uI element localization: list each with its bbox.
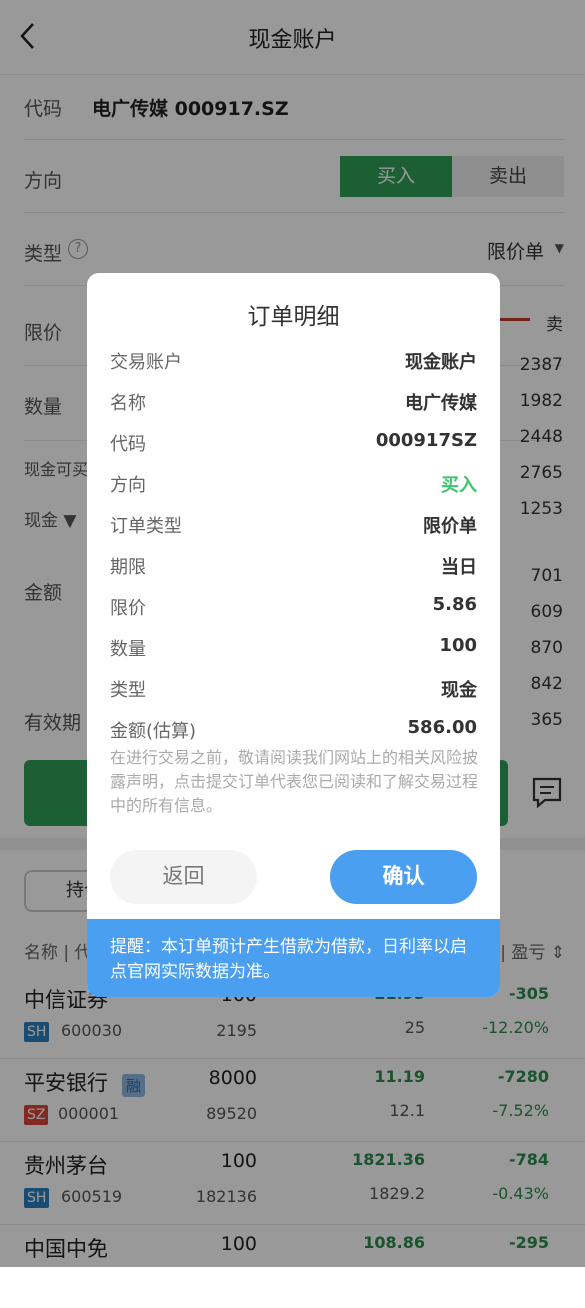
confirm-button[interactable]: 确认 <box>330 850 477 904</box>
detail-key: 类型 <box>110 680 146 701</box>
detail-value: 现金账户 <box>405 352 477 373</box>
detail-value: 5.86 <box>432 594 477 615</box>
detail-value: 买入 <box>441 475 477 496</box>
detail-row: 代码 000917SZ <box>110 430 477 471</box>
detail-value: 当日 <box>441 557 477 578</box>
back-button[interactable]: 返回 <box>110 850 257 904</box>
detail-row: 方向 买入 <box>110 471 477 512</box>
risk-disclaimer: 在进行交易之前，敬请阅读我们网站上的相关风险披露声明，点击提交订单代表您已阅读和… <box>110 748 479 815</box>
detail-row: 名称 电广传媒 <box>110 389 477 430</box>
detail-row: 期限 当日 <box>110 553 477 594</box>
loan-notice: 提醒：本订单预计产生借款为借款，日利率以启点官网实际数据为准。 <box>87 919 500 997</box>
dialog-title: 订单明细 <box>247 304 340 330</box>
detail-key: 代码 <box>110 434 146 455</box>
detail-row: 限价 5.86 <box>110 594 477 635</box>
detail-key: 期限 <box>110 557 146 578</box>
detail-value: 电广传媒 <box>405 393 477 414</box>
detail-key: 数量 <box>110 639 146 660</box>
detail-key: 交易账户 <box>110 352 182 373</box>
detail-value: 100 <box>439 635 477 656</box>
detail-row: 交易账户 现金账户 <box>110 348 477 389</box>
detail-key: 订单类型 <box>110 516 182 537</box>
detail-key: 名称 <box>110 393 146 414</box>
detail-key: 方向 <box>110 475 146 496</box>
detail-value: 限价单 <box>423 516 477 537</box>
detail-row: 数量 100 <box>110 635 477 676</box>
detail-key: 金额(估算) <box>110 721 197 742</box>
detail-value: 586.00 <box>407 717 477 738</box>
detail-row: 类型 现金 <box>110 676 477 717</box>
detail-value: 现金 <box>441 680 477 701</box>
detail-value: 000917SZ <box>375 430 477 451</box>
order-detail-dialog: 订单明细 交易账户 现金账户 名称 电广传媒 代码 000917SZ 方向 买入 订单类… <box>87 273 500 997</box>
detail-key: 限价 <box>110 598 146 619</box>
detail-row: 订单类型 限价单 <box>110 512 477 553</box>
